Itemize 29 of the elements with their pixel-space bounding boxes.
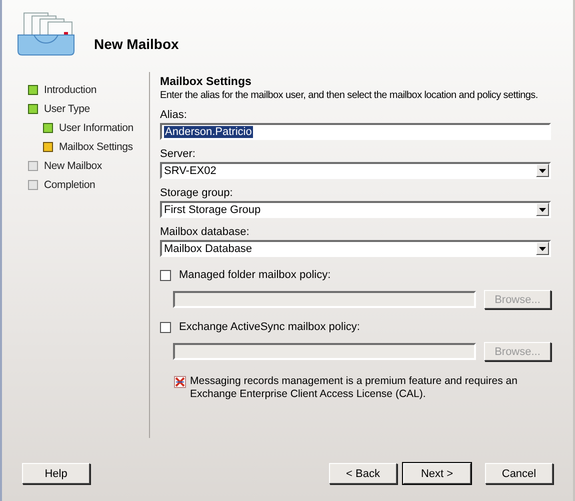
field-label: Mailbox database:: [160, 226, 250, 240]
info-text: Messaging records management is a premium feature and requires an Exchange Enterprise Client Access License (CAL).: [190, 375, 518, 401]
field-label: Server:: [160, 148, 196, 162]
dropdown[interactable]: SRV-EX02: [160, 162, 551, 179]
wizard-step[interactable]: Mailbox Settings: [59, 140, 133, 152]
checkbox-label: Managed folder mailbox policy:: [179, 269, 331, 281]
cancel-button[interactable]: Cancel: [485, 463, 553, 484]
wizard-title: New Mailbox: [94, 36, 179, 52]
policy-field[interactable]: [173, 343, 476, 360]
dropdown[interactable]: First Storage Group: [160, 201, 551, 218]
checkbox[interactable]: [160, 322, 171, 332]
checkbox[interactable]: [160, 270, 171, 280]
dropdown[interactable]: Mailbox Database: [160, 240, 551, 257]
wizard-step[interactable]: Introduction: [44, 84, 96, 96]
exchange-icon: [174, 376, 186, 388]
field-label: Alias:: [160, 109, 188, 123]
checkbox-label: Exchange ActiveSync mailbox policy:: [179, 321, 360, 333]
field-label: Storage group:: [160, 187, 234, 201]
wizard-step[interactable]: User Information: [59, 122, 134, 134]
section-heading: Mailbox Settings: [160, 76, 252, 88]
wizard-step[interactable]: Completion: [44, 178, 96, 190]
next-button[interactable]: Next >: [403, 463, 471, 484]
policy-field[interactable]: [173, 291, 476, 308]
wizard-step[interactable]: User Type: [44, 102, 90, 114]
help-button[interactable]: Help: [22, 463, 90, 484]
alias-field[interactable]: Anderson.Patricio: [160, 123, 551, 140]
back-button[interactable]: < Back: [329, 463, 397, 484]
wizard-step[interactable]: New Mailbox: [44, 160, 102, 172]
description-text: Enter the alias for the mailbox user, and then select the mailbox location and policy settings.: [160, 90, 538, 101]
